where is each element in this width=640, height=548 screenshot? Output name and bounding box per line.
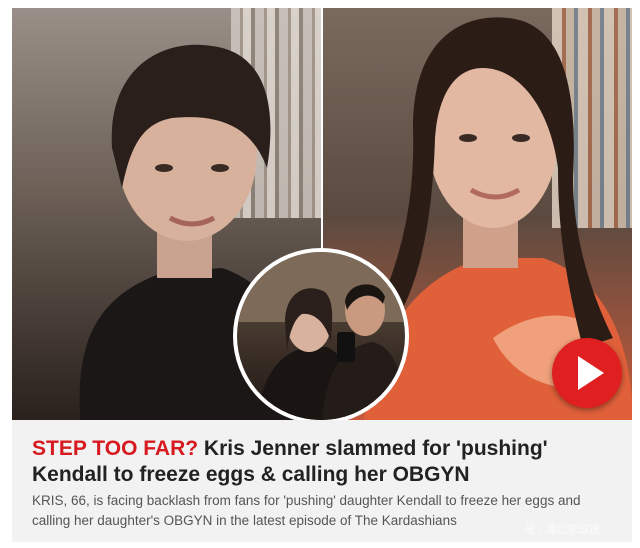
article-card[interactable]: STEP TOO FAR? Kris Jenner slammed for 'p… [12, 8, 632, 542]
source-watermark: 号 / 湖北老球迷 [525, 524, 601, 536]
play-video-button[interactable] [552, 338, 622, 408]
hero-image[interactable] [12, 8, 632, 420]
article-headline[interactable]: STEP TOO FAR? Kris Jenner slammed for 'p… [32, 436, 622, 488]
couple-selfie-illustration [237, 252, 405, 420]
headline-kicker[interactable]: STEP TOO FAR? [32, 437, 198, 460]
couple-inset-photo [233, 248, 409, 420]
